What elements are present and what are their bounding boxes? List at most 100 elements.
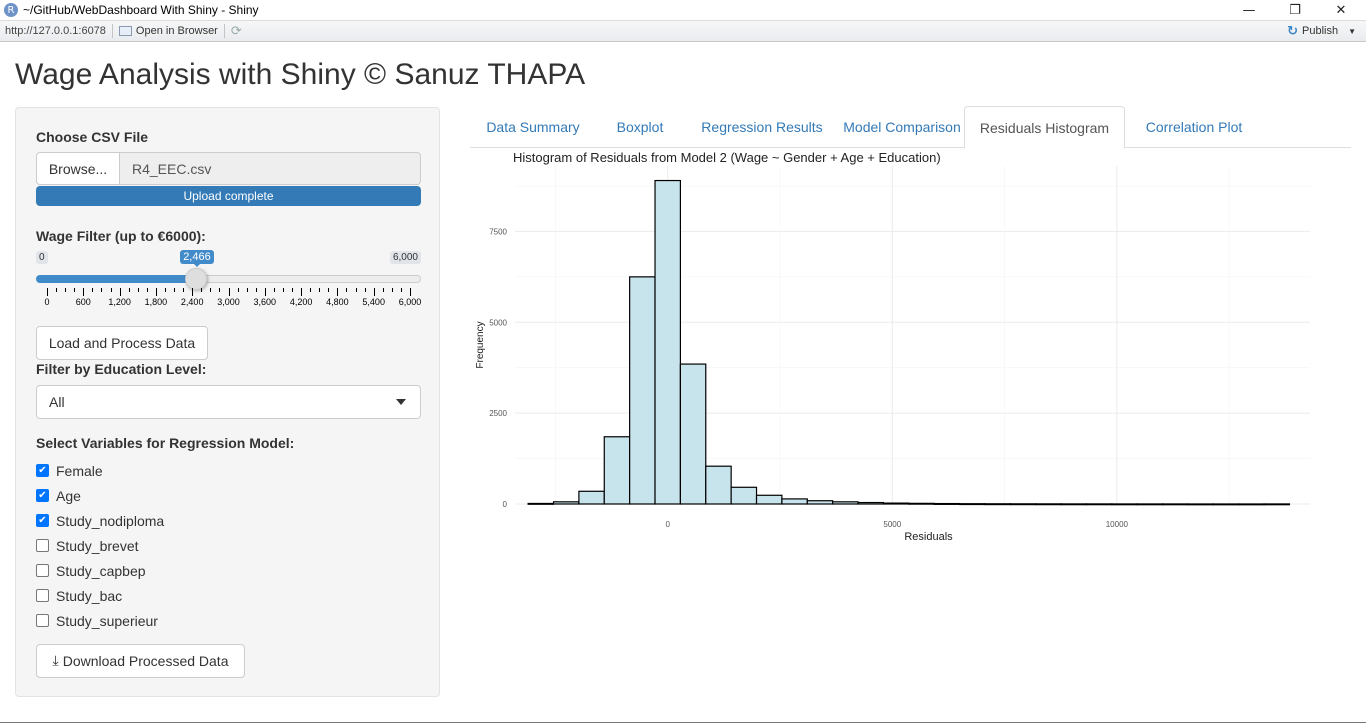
- histogram-bar: [552, 501, 580, 505]
- histogram-bar: [1187, 503, 1214, 506]
- tab-data-summary[interactable]: Data Summary: [470, 106, 596, 148]
- slider-tick: [228, 288, 230, 296]
- slider-minor-tick: [201, 288, 203, 292]
- histogram-bar: [730, 486, 758, 505]
- checkbox-item-study-capbep[interactable]: Study_capbep: [36, 558, 336, 583]
- slider-minor-tick: [364, 288, 366, 292]
- checkbox-item-study-bac[interactable]: Study_bac: [36, 583, 336, 608]
- x-tick-label: 5000: [883, 520, 901, 529]
- slider-minor-tick: [164, 288, 166, 292]
- residuals-histogram-chart: Histogram of Residuals from Model 2 (Wag…: [475, 150, 1310, 543]
- slider-minor-tick: [328, 288, 330, 292]
- education-select[interactable]: All: [36, 385, 421, 419]
- y-tick-label: 2500: [489, 409, 507, 418]
- education-filter-label: Filter by Education Level:: [36, 361, 207, 377]
- x-axis-label: Residuals: [904, 531, 953, 543]
- histogram-bar: [1111, 503, 1138, 506]
- caret-down-icon: [396, 399, 406, 405]
- tab-model-comparison[interactable]: Model Comparison: [843, 106, 961, 148]
- slider-tick-label: 0: [44, 297, 50, 307]
- slider-handle[interactable]: [185, 268, 208, 290]
- slider-minor-tick: [183, 288, 185, 292]
- toolbar-separator: [223, 24, 225, 38]
- slider-tick-label: 5,400: [362, 297, 385, 307]
- slider-minor-tick: [382, 288, 384, 292]
- open-in-browser-label: Open in Browser: [135, 25, 218, 37]
- publish-button[interactable]: ↻ Publish ▼: [1287, 21, 1356, 41]
- checkbox-item-study-superieur[interactable]: Study_superieur: [36, 608, 336, 633]
- checkbox-unchecked-icon[interactable]: [36, 564, 49, 577]
- checkbox-checked-icon[interactable]: ✔: [36, 489, 49, 502]
- slider-tick-label: 1,200: [108, 297, 131, 307]
- window-title: ~/GitHub/WebDashboard With Shiny - Shiny: [23, 3, 259, 17]
- checkbox-item-study-brevet[interactable]: Study_brevet: [36, 533, 336, 558]
- checkbox-label: Study_nodiploma: [56, 512, 165, 529]
- histogram-bar: [679, 363, 707, 505]
- y-axis-label: Frequency: [475, 321, 486, 368]
- histogram-bar: [857, 501, 885, 505]
- browse-button[interactable]: Browse...: [36, 152, 120, 185]
- checkbox-label: Study_bac: [56, 587, 123, 604]
- checkbox-unchecked-icon[interactable]: [36, 614, 49, 627]
- histogram-bar: [755, 494, 783, 505]
- tab-regression-results[interactable]: Regression Results: [684, 106, 840, 148]
- restore-icon[interactable]: ❐: [1272, 0, 1318, 20]
- checkbox-item-age[interactable]: ✔ Age: [36, 483, 336, 508]
- slider-tick-label: 6,000: [398, 297, 422, 307]
- histogram-bar: [1009, 503, 1037, 506]
- slider-tick: [192, 288, 194, 296]
- histogram-bar: [603, 436, 631, 505]
- checkbox-unchecked-icon[interactable]: [36, 539, 49, 552]
- checkbox-item-study-nodiploma[interactable]: ✔ Study_nodiploma: [36, 508, 336, 533]
- sidebar-panel: Choose CSV File Browse... R4_EEC.csv Upl…: [15, 107, 440, 697]
- page-title: Wage Analysis with Shiny © Sanuz THAPA: [15, 58, 586, 91]
- histogram-bar: [1136, 503, 1164, 506]
- slider-tick-label: 4,800: [326, 297, 349, 307]
- checkbox-checked-icon[interactable]: ✔: [36, 464, 49, 477]
- upload-progress-bar: Upload complete: [36, 186, 421, 206]
- checkbox-checked-icon[interactable]: ✔: [36, 514, 49, 527]
- download-button-label: Download Processed Data: [62, 653, 229, 669]
- slider-minor-tick: [128, 288, 130, 292]
- tab-boxplot[interactable]: Boxplot: [599, 106, 681, 148]
- checkbox-unchecked-icon[interactable]: [36, 589, 49, 602]
- tab-residuals-histogram[interactable]: Residuals Histogram: [964, 106, 1125, 149]
- wage-slider[interactable]: 0 6,000 2,466 0 600 1,200 1,800 2,400 3,000 3,…: [36, 248, 421, 308]
- slider-minor-tick: [400, 288, 402, 292]
- download-button[interactable]: ⤓ Download Processed Data: [36, 644, 245, 678]
- minimize-icon[interactable]: —: [1226, 0, 1272, 20]
- histogram-bar: [1085, 503, 1113, 506]
- slider-minor-tick: [174, 288, 176, 292]
- slider-tick: [410, 288, 411, 296]
- histogram-bar: [908, 502, 935, 505]
- slider-tick: [119, 288, 121, 296]
- checkbox-item-female[interactable]: ✔ Female: [36, 458, 336, 483]
- file-input: Browse... R4_EEC.csv: [36, 152, 421, 185]
- slider-tick: [373, 288, 375, 296]
- slider-tick-label: 1,800: [144, 297, 168, 307]
- refresh-icon[interactable]: ⟳: [231, 24, 242, 39]
- slider-tick: [83, 288, 85, 296]
- histogram-bar: [832, 501, 859, 505]
- slider-minor-tick: [346, 288, 348, 292]
- file-input-label: Choose CSV File: [36, 129, 149, 145]
- slider-tick: [155, 288, 157, 296]
- slider-minor-tick: [237, 288, 239, 292]
- histogram-bar: [984, 503, 1011, 506]
- histogram-bar: [578, 490, 605, 505]
- close-icon[interactable]: ✕: [1318, 0, 1364, 20]
- chevron-down-icon: ▼: [1348, 26, 1356, 36]
- tab-bar: Data Summary Boxplot Regression Results Mod…: [470, 106, 1351, 149]
- variables-label: Select Variables for Regression Model:: [36, 435, 295, 451]
- slider-minor-tick: [101, 288, 103, 292]
- slider-tick-label: 2,400: [180, 297, 204, 307]
- open-in-browser-button[interactable]: Open in Browser: [118, 25, 218, 37]
- viewer-toolbar: http://127.0.0.1:6078 Open in Browser ⟳ …: [0, 20, 1366, 42]
- variables-checkbox-group: ✔ Female ✔ Age ✔ Study_nodiploma Study_brevet S…: [36, 458, 336, 633]
- window-bottom-border: [0, 722, 1366, 726]
- load-process-button[interactable]: Load and Process Data: [36, 326, 208, 360]
- tab-correlation-plot[interactable]: Correlation Plot: [1128, 106, 1260, 148]
- slider-tick-label: 3,600: [253, 297, 277, 307]
- chart-title: Histogram of Residuals from Model 2 (Wag…: [513, 150, 941, 165]
- checkbox-label: Study_superieur: [56, 612, 158, 629]
